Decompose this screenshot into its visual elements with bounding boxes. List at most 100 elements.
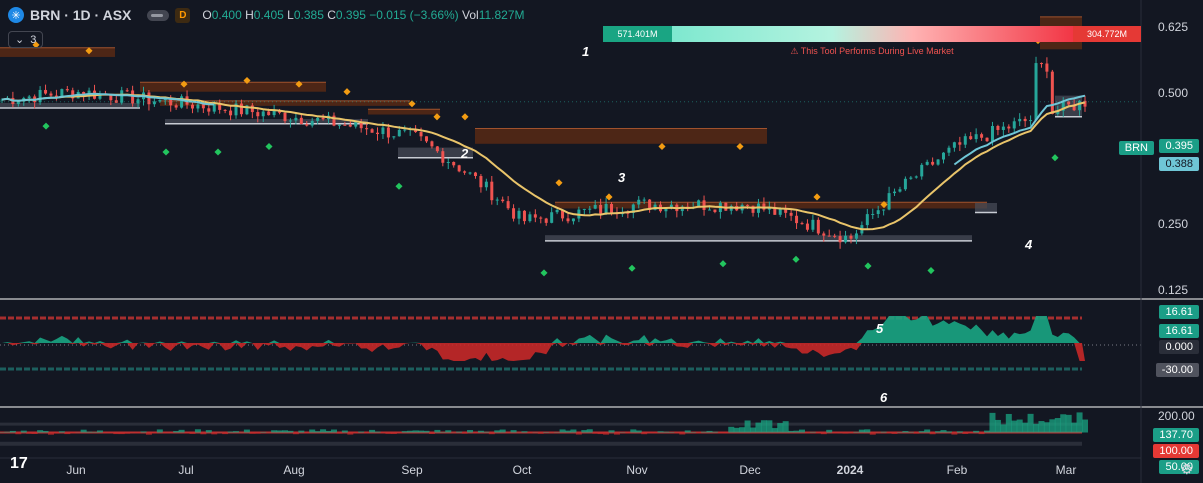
buy-signal-icon: [214, 148, 222, 156]
mode-badge[interactable]: D: [175, 7, 191, 23]
buy-signal-icon: [162, 148, 170, 156]
candle-body: [789, 212, 793, 216]
candle-body: [256, 112, 260, 117]
candle-body: [914, 176, 918, 178]
candle-body: [898, 189, 902, 192]
strength-bar: [973, 430, 980, 433]
strength-bar: [869, 432, 876, 435]
osc-positive-area: [0, 316, 1085, 343]
strength-bar: [1060, 414, 1067, 433]
strength-bar: [227, 431, 234, 433]
strength-bar: [1016, 419, 1023, 433]
demand-zone: [545, 235, 972, 241]
candle-body: [49, 93, 53, 96]
strength-value-tag: 137.70: [1153, 428, 1199, 442]
sell-volume-label: 304.772M: [1073, 26, 1141, 42]
candle-body: [495, 199, 499, 201]
strength-bar: [53, 432, 60, 434]
candle-body: [762, 203, 766, 210]
buy-sell-pressure-bar: 571.401M 304.772M: [603, 26, 1141, 42]
candle-body: [969, 136, 973, 140]
symbol-title[interactable]: BRN · 1D · ASX: [30, 7, 131, 23]
annotation-4: 4: [1025, 237, 1033, 252]
strength-bar: [750, 427, 757, 433]
time-label: Dec: [739, 463, 761, 477]
candle-body: [707, 209, 711, 211]
strength-bar: [592, 432, 599, 434]
strength-bar: [1054, 418, 1061, 433]
strength-bar: [15, 432, 22, 435]
candle-body: [321, 117, 325, 120]
strength-bar: [390, 432, 397, 434]
candle-body: [816, 219, 820, 234]
time-label: Mar: [1055, 463, 1077, 477]
time-label: Jun: [66, 463, 86, 477]
strength-bar: [570, 429, 577, 433]
candle-body: [446, 161, 450, 163]
strength-ref-tag: 100.00: [1153, 444, 1199, 458]
strength-bar: [581, 430, 588, 433]
strength-bar: [113, 432, 120, 435]
candle-body: [229, 110, 233, 116]
candle-body: [468, 172, 472, 174]
strength-bar: [586, 429, 593, 433]
strength-bar: [184, 432, 191, 434]
annotation-1: 1: [582, 44, 590, 59]
candle-body: [1023, 118, 1027, 122]
candle-body: [539, 217, 543, 219]
candle-body: [424, 136, 428, 142]
candle-body: [952, 142, 956, 148]
ma-price-tag: 0.388: [1159, 157, 1199, 171]
candle-body: [343, 124, 347, 126]
strength-bar: [467, 430, 474, 433]
candle-body: [1039, 63, 1043, 65]
strength-bar: [722, 432, 729, 434]
strength-bar: [624, 432, 631, 434]
strength-bar: [739, 427, 746, 433]
strength-bar: [967, 432, 974, 434]
candle-body: [305, 124, 309, 126]
annotation-2: 2: [461, 146, 469, 161]
strength-bar: [412, 430, 419, 433]
candle-body: [365, 128, 369, 130]
buy-signal-icon: [42, 122, 50, 130]
candle-body: [125, 90, 129, 92]
candle-body: [484, 181, 488, 188]
gear-icon[interactable]: ⚙: [1180, 461, 1193, 478]
candle-body: [120, 90, 124, 103]
candle-body: [250, 105, 254, 113]
candle-body: [1012, 121, 1016, 129]
candle-body: [555, 209, 559, 213]
strength-bar: [706, 430, 713, 433]
strength-bar: [31, 432, 38, 434]
candle-body: [473, 172, 477, 177]
sell-signal-icon: [461, 113, 469, 121]
strength-bar: [434, 429, 441, 433]
strength-bar: [510, 430, 517, 433]
indicator-collapse-button[interactable]: ⌄ 3: [8, 31, 44, 48]
candle-body: [903, 178, 907, 190]
strength-bar: [194, 429, 201, 433]
strength-bar: [26, 432, 33, 434]
strength-bar: [379, 432, 386, 434]
strength-bar: [935, 431, 942, 433]
sell-signal-icon: [813, 193, 821, 201]
candle-body: [822, 233, 826, 236]
candle-body: [337, 124, 341, 126]
symbol-logo-icon[interactable]: ✳: [8, 7, 24, 23]
candle-body: [637, 199, 641, 205]
candle-body: [16, 101, 20, 105]
candle-body: [190, 104, 194, 109]
candle-body: [201, 104, 205, 109]
symbol-tag: BRN: [1118, 141, 1154, 155]
candle-body: [893, 191, 897, 194]
strength-bar: [777, 423, 784, 433]
strength-bar: [494, 430, 501, 433]
strength-bar: [945, 431, 952, 433]
toggle-icon[interactable]: [147, 9, 170, 21]
candle-body: [196, 104, 200, 109]
strength-bar: [826, 429, 833, 433]
indicator-count: 3: [30, 33, 37, 46]
chart-canvas[interactable]: [0, 0, 1203, 483]
strength-bar: [271, 430, 278, 433]
